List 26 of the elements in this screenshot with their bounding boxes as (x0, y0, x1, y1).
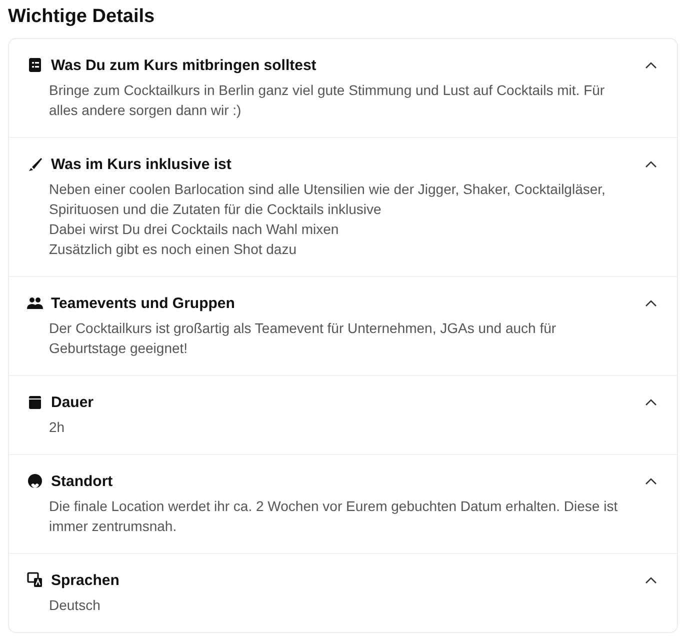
accordion-title: Dauer (51, 394, 95, 410)
collapse-chevron[interactable] (645, 61, 657, 69)
translate-icon (27, 572, 43, 588)
collapse-chevron[interactable] (645, 299, 657, 307)
accordion-title: Teamevents und Gruppen (51, 294, 236, 312)
detail-text: Deutsch (49, 596, 102, 615)
accordion-title: Standort (51, 472, 114, 490)
detail-text: Zusätzlich gibt es noch einen Shot dazu (49, 240, 298, 259)
people-icon (27, 295, 43, 311)
collapse-chevron[interactable] (645, 576, 657, 584)
accordion-title: Was Du zum Kurs mitbringen solltest (51, 56, 318, 74)
brush-icon (27, 156, 43, 172)
collapse-chevron[interactable] (645, 398, 657, 406)
accordion-title: Was im Kurs inklusive ist (51, 156, 232, 172)
accordion-title: Sprachen (51, 572, 120, 588)
collapse-chevron[interactable] (645, 477, 657, 485)
calendar-icon (27, 394, 43, 410)
detail-text: Dabei wirst Du drei Cocktails nach Wahl mixen (49, 220, 340, 239)
detail-text: 2h (49, 418, 66, 437)
collapse-chevron[interactable] (645, 160, 657, 168)
section-heading: Wichtige Details (8, 6, 156, 28)
detail-text: Der Cocktailkurs ist großartig als Teamevent für Unternehmen, JGAs und auch für Geburtstage geeignet! (49, 319, 558, 358)
detail-text: Die finale Location werdet ihr ca. 2 Wochen vor Eurem gebuchten Datum erhalten. Diese ist immer zentrumsnah. (49, 497, 619, 536)
detail-text: Bringe zum Cocktailkurs in Berlin ganz viel gute Stimmung und Lust auf Cocktails mit. Für alles andere sorgen dann wir :) (49, 81, 606, 120)
detail-text: Neben einer coolen Barlocation sind alle Utensilien wie der Jigger, Shaker, Cocktailgläser, Spirituosen und die Zutaten für die Cocktails inklusive (49, 180, 606, 219)
list-icon (27, 57, 43, 73)
